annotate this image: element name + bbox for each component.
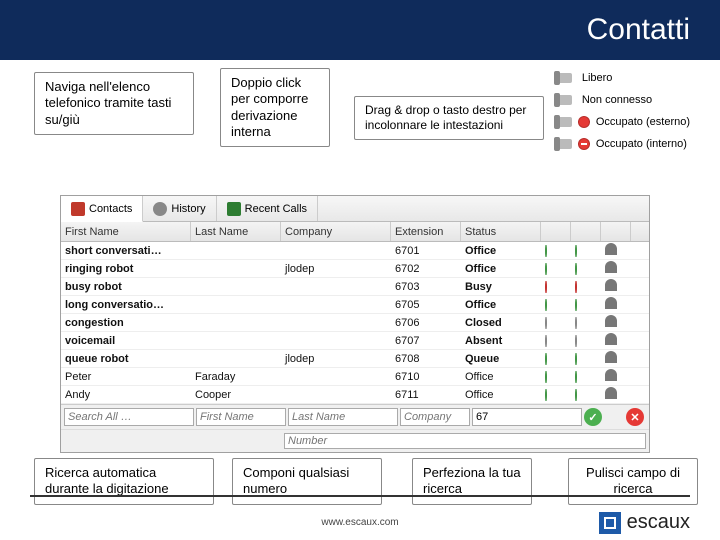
filter-row: ✓ ✕ [61,404,649,429]
contact-icon [605,351,617,363]
status-dot-icon [575,371,577,383]
status-dot-icon [575,353,577,365]
col-company[interactable]: Company [281,222,391,241]
apply-filter-button[interactable]: ✓ [584,408,602,426]
footer: www.escaux.com escaux [0,511,720,534]
contact-icon [605,315,617,327]
busy-minus-icon [578,138,590,150]
legend-free: Libero [554,70,690,86]
status-dot-icon [545,245,547,257]
table-row[interactable]: short conversati…6701Office [61,242,649,260]
phone-icon [554,70,576,86]
phone-icon [554,114,576,130]
number-row [61,429,649,452]
brand-logo: escaux [599,511,690,534]
status-dot-icon [545,335,547,347]
status-dot-icon [575,281,577,293]
col-last[interactable]: Last Name [191,222,281,241]
status-dot-icon [545,389,547,401]
contact-icon [605,297,617,309]
callout-dragdrop: Drag & drop o tasto destro per incolonna… [354,96,544,140]
table-row[interactable]: PeterFaraday6710Office [61,368,649,386]
search-all-input[interactable] [64,408,194,426]
logo-mark-icon [599,512,621,534]
contact-icon [605,387,617,399]
contact-icon [605,279,617,291]
legend-busy-external: Occupato (esterno) [554,114,690,130]
busy-dot-icon [578,116,590,128]
status-dot-icon [545,371,547,383]
status-legend: Libero Non connesso Occupato (esterno) O… [554,70,690,158]
table-header[interactable]: First Name Last Name Company Extension S… [61,222,649,242]
callout-doubleclick: Doppio click per comporre derivazione in… [220,68,330,147]
contact-icon [605,333,617,345]
col-ext[interactable]: Extension [391,222,461,241]
table-row[interactable]: AndyCooper6711Office [61,386,649,404]
status-dot-icon [575,245,577,257]
status-dot-icon [545,317,547,329]
contacts-app-window: Contacts History Recent Calls First Name… [60,195,650,453]
table-row[interactable]: queue robotjlodep6708Queue [61,350,649,368]
callout-refine: Perfeziona la tua ricerca [412,458,532,505]
callout-clear: Pulisci campo di ricerca [568,458,698,505]
tabs-bar: Contacts History Recent Calls [61,196,649,222]
callout-autosearch: Ricerca automatica durante la digitazion… [34,458,214,505]
table-row[interactable]: voicemail6707Absent [61,332,649,350]
status-dot-icon [545,281,547,293]
filter-company-input[interactable] [400,408,470,426]
callout-compose: Componi qualsiasi numero [232,458,382,505]
status-dot-icon [545,299,547,311]
tab-contacts[interactable]: Contacts [61,196,143,222]
footer-url: www.escaux.com [321,517,398,528]
page-title: Contatti [587,13,690,47]
table-body: short conversati…6701Officeringing robot… [61,242,649,404]
contact-icon [605,369,617,381]
number-input[interactable] [284,433,646,449]
filter-first-input[interactable] [196,408,286,426]
table-row[interactable]: ringing robotjlodep6702Office [61,260,649,278]
table-row[interactable]: congestion6706Closed [61,314,649,332]
contact-icon [605,261,617,273]
filter-value-input[interactable] [472,408,582,426]
page-header: Contatti [0,0,720,60]
history-icon [153,202,167,216]
status-dot-icon [575,317,577,329]
status-dot-icon [545,263,547,275]
contacts-icon [71,202,85,216]
table-row[interactable]: long conversatio…6705Office [61,296,649,314]
status-dot-icon [545,353,547,365]
status-dot-icon [575,335,577,347]
tab-history[interactable]: History [143,196,216,221]
footer-rule [30,495,690,497]
phone-icon [554,92,576,108]
filter-last-input[interactable] [288,408,398,426]
legend-busy-internal: Occupato (interno) [554,136,690,152]
status-dot-icon [575,299,577,311]
col-first[interactable]: First Name [61,222,191,241]
clear-filter-button[interactable]: ✕ [626,408,644,426]
callout-navigate: Naviga nell'elenco telefonico tramite ta… [34,72,194,135]
recent-icon [227,202,241,216]
contact-icon [605,243,617,255]
tab-recent-calls[interactable]: Recent Calls [217,196,318,221]
status-dot-icon [575,263,577,275]
status-dot-icon [575,389,577,401]
legend-not-connected: Non connesso [554,92,690,108]
slide-body: Naviga nell'elenco telefonico tramite ta… [0,60,720,540]
phone-icon [554,136,576,152]
col-status[interactable]: Status [461,222,541,241]
table-row[interactable]: busy robot6703Busy [61,278,649,296]
